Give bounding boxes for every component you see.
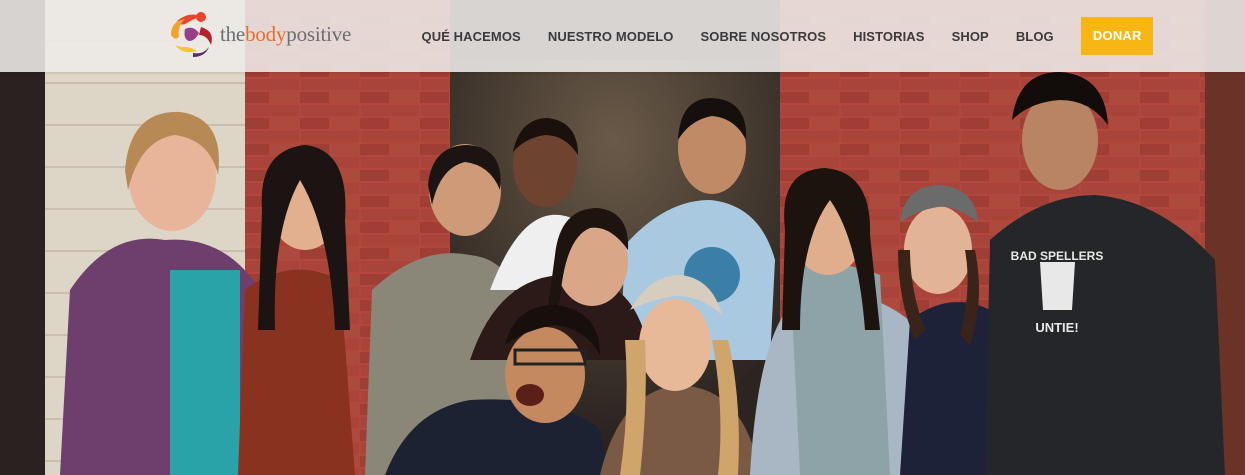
nav-item-nuestro-modelo[interactable]: NUESTRO MODELO xyxy=(534,29,687,44)
site-header: thebodypositive QUÉ HACEMOS NUESTRO MODE… xyxy=(0,0,1245,72)
brand-logo-link[interactable]: thebodypositive xyxy=(163,5,351,65)
brand-word-positive: positive xyxy=(286,21,352,46)
donate-button[interactable]: DONAR xyxy=(1081,17,1154,55)
nav-item-que-hacemos[interactable]: QUÉ HACEMOS xyxy=(408,29,534,44)
brand-word-body: body xyxy=(245,21,287,46)
shirt-text-top: BAD SPELLERS xyxy=(1011,249,1104,263)
shirt-text-bottom: UNTIE! xyxy=(1035,320,1078,335)
nav-item-historias[interactable]: HISTORIAS xyxy=(840,29,938,44)
swirl-figure-logo-icon xyxy=(171,12,212,57)
main-nav: QUÉ HACEMOS NUESTRO MODELO SOBRE NOSOTRO… xyxy=(408,0,1154,72)
nav-item-shop[interactable]: SHOP xyxy=(938,29,1002,44)
brand-name: thebodypositive xyxy=(220,22,351,47)
page: BAD SPELLERS UNTIE! thebodypositive QUÉ … xyxy=(0,0,1245,475)
nav-item-sobre-nosotros[interactable]: SOBRE NOSOTROS xyxy=(687,29,840,44)
brand-word-the: the xyxy=(220,21,246,46)
nav-item-blog[interactable]: BLOG xyxy=(1002,29,1067,44)
